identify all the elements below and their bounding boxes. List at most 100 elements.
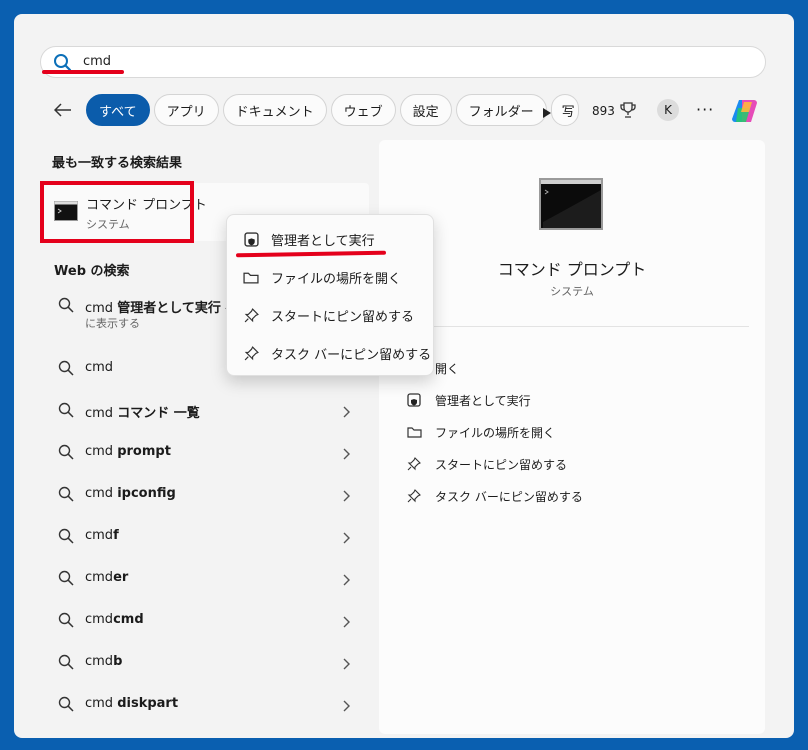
search-icon xyxy=(58,696,74,716)
chevron-right-icon[interactable] xyxy=(342,487,350,506)
command-prompt-preview xyxy=(539,178,603,230)
web-search-item-label: cmd コマンド 一覧 xyxy=(85,402,200,421)
web-search-item-label: cmd xyxy=(85,360,113,375)
query-prefix: cmd xyxy=(85,406,118,421)
web-search-item[interactable]: cmdb xyxy=(50,642,360,682)
web-search-item[interactable]: cmd prompt xyxy=(50,432,360,472)
filter-chip-photos[interactable]: 写 xyxy=(550,94,579,126)
pin-icon xyxy=(405,489,423,503)
more-options-icon[interactable]: ··· xyxy=(696,100,714,119)
detail-divider xyxy=(401,326,749,327)
menu-item-open-file-location-label: ファイルの場所を開く xyxy=(271,271,402,287)
query-prefix: cmd xyxy=(85,570,114,585)
web-search-item-label: cmdcmd xyxy=(85,612,144,627)
web-search-item[interactable]: cmd diskpart xyxy=(50,684,360,724)
arrow-left-icon[interactable] xyxy=(50,97,76,123)
action-pin-to-start[interactable]: スタートにピン留めする xyxy=(405,452,567,476)
chevron-right-icon[interactable] xyxy=(342,655,350,674)
trophy-icon[interactable] xyxy=(620,101,636,123)
query-suggestion: コマンド 一覧 xyxy=(117,406,200,421)
chevron-right-icon[interactable] xyxy=(342,613,350,632)
action-pin-to-start-label: スタートにピン留めする xyxy=(435,457,568,472)
query-suggestion: diskpart xyxy=(117,696,179,711)
best-match-annotation-box xyxy=(40,181,194,243)
copilot-icon[interactable] xyxy=(730,96,760,130)
menu-item-pin-to-start[interactable]: スタートにピン留めする xyxy=(227,297,433,333)
web-search-item[interactable]: cmd コマンド 一覧 xyxy=(50,390,360,430)
web-search-heading: Web の検索 xyxy=(54,264,130,279)
search-icon xyxy=(58,486,74,506)
menu-item-pin-to-start-label: スタートにピン留めする xyxy=(271,309,415,325)
query-suggestion: 管理者として実行 xyxy=(117,301,221,316)
query-prefix: cmd xyxy=(85,360,114,375)
folder-icon xyxy=(405,426,423,438)
pin-icon xyxy=(241,345,261,361)
query-prefix: cmd xyxy=(85,612,114,627)
action-open-file-location[interactable]: ファイルの場所を開く xyxy=(405,420,555,444)
action-pin-to-taskbar-label: タスク バーにピン留めする xyxy=(435,489,583,504)
search-icon xyxy=(58,612,74,632)
search-icon xyxy=(58,444,74,464)
search-input[interactable]: cmd xyxy=(83,54,111,69)
start-search-panel: cmd すべて アプリ ドキュメント ウェブ 設定 フォルダー 写 893 K … xyxy=(14,14,794,738)
action-run-as-admin-label: 管理者として実行 xyxy=(435,393,531,408)
query-suggestion: ipconfig xyxy=(117,486,176,501)
filter-chip-apps[interactable]: アプリ xyxy=(153,94,219,126)
web-search-item[interactable]: cmdf xyxy=(50,516,360,556)
folder-icon xyxy=(241,271,261,284)
query-prefix: cmd xyxy=(85,444,118,459)
chevron-right-icon[interactable] xyxy=(342,445,350,464)
filter-chip-web[interactable]: ウェブ xyxy=(330,94,396,126)
chevron-right-icon[interactable] xyxy=(342,571,350,590)
query-prefix: cmd xyxy=(85,486,118,501)
action-pin-to-taskbar[interactable]: タスク バーにピン留めする xyxy=(405,484,583,508)
best-match-heading: 最も一致する検索結果 xyxy=(52,156,183,171)
query-suggestion: f xyxy=(113,528,119,543)
query-prefix: cmd xyxy=(85,654,114,669)
action-run-as-admin[interactable]: 管理者として実行 xyxy=(405,388,531,412)
menu-item-pin-to-taskbar-label: タスク バーにピン留めする xyxy=(271,347,432,363)
web-search-item[interactable]: cmder xyxy=(50,558,360,598)
search-icon xyxy=(58,528,74,548)
web-search-item-label: cmder xyxy=(85,570,128,585)
filter-chip-documents[interactable]: ドキュメント xyxy=(222,94,327,126)
menu-item-open-file-location[interactable]: ファイルの場所を開く xyxy=(227,259,433,295)
web-search-item-subtext: に表示する xyxy=(85,317,140,330)
search-icon xyxy=(58,654,74,674)
play-icon[interactable] xyxy=(542,104,552,123)
menu-item-run-as-admin-label: 管理者として実行 xyxy=(271,233,375,249)
query-suggestion: prompt xyxy=(117,444,171,459)
web-search-item-label: cmd diskpart xyxy=(85,696,178,711)
filter-chip-settings[interactable]: 設定 xyxy=(399,94,452,126)
web-search-item-label: cmdf xyxy=(85,528,119,543)
query-suggestion: er xyxy=(113,570,129,585)
web-search-item[interactable]: cmd ipconfig xyxy=(50,474,360,514)
shield-window-icon xyxy=(241,231,261,247)
filter-chip-folders[interactable]: フォルダー xyxy=(455,94,547,126)
web-search-item-label: cmd ipconfig xyxy=(85,486,176,501)
action-open-label: 開く xyxy=(435,361,460,376)
query-prefix: cmd xyxy=(85,301,118,316)
chevron-right-icon[interactable] xyxy=(342,403,350,422)
menu-item-pin-to-taskbar[interactable]: タスク バーにピン留めする xyxy=(227,335,433,371)
query-suggestion: cmd xyxy=(113,612,144,627)
search-icon xyxy=(58,402,74,422)
web-search-item-label: cmd 管理者として実行 - xyxy=(85,297,230,316)
search-icon xyxy=(58,360,74,380)
action-open-file-location-label: ファイルの場所を開く xyxy=(435,425,556,440)
search-box[interactable]: cmd xyxy=(40,46,766,78)
filter-chip-all[interactable]: すべて xyxy=(86,94,150,126)
web-search-item[interactable]: cmdcmd xyxy=(50,600,360,640)
query-suggestion: b xyxy=(113,654,123,669)
web-search-item-label: cmdb xyxy=(85,654,122,669)
web-search-item-label: cmd prompt xyxy=(85,444,171,459)
pin-icon xyxy=(405,457,423,471)
detail-pane: コマンド プロンプト システム 開く 管理者として実行 ファイルの場所を開く ス xyxy=(379,140,765,734)
pin-icon xyxy=(241,307,261,323)
avatar[interactable]: K xyxy=(657,99,679,121)
detail-subtitle: システム xyxy=(550,285,594,298)
chevron-right-icon[interactable] xyxy=(342,529,350,548)
chevron-right-icon[interactable] xyxy=(342,697,350,716)
query-prefix: cmd xyxy=(85,696,118,711)
search-icon xyxy=(58,297,74,317)
